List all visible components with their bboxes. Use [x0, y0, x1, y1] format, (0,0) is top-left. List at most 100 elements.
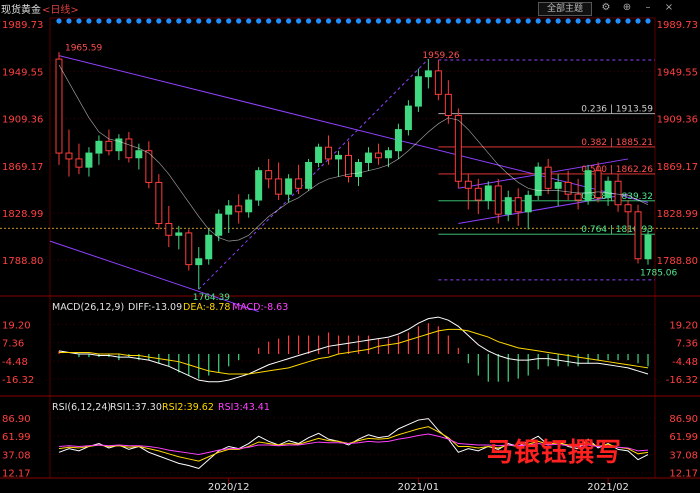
candle-body [464, 180, 472, 189]
y-tick-label-right: 61.99 [669, 432, 698, 443]
y-tick-label-right: 1989.73 [657, 20, 698, 31]
status-dot [535, 18, 541, 24]
candle-body [225, 205, 233, 215]
status-dot [266, 18, 272, 24]
status-dot [146, 18, 152, 24]
candle-body [65, 152, 73, 160]
y-tick-label-left: 1989.73 [2, 20, 43, 31]
x-tick-label: 2020/12 [208, 482, 250, 493]
status-dot [246, 18, 252, 24]
status-dot [325, 18, 332, 24]
status-dot [365, 18, 372, 24]
y-tick-label-left: 1949.55 [2, 67, 43, 78]
y-tick-label-right: 19.20 [669, 320, 698, 331]
macd-title: MACD(26,12,9) [52, 302, 124, 313]
candle-body [624, 204, 632, 213]
candle-body [315, 146, 323, 163]
status-dot [565, 18, 571, 24]
status-dot [575, 18, 581, 24]
y-tick-label-right: 1869.17 [657, 162, 698, 173]
status-dot [495, 18, 501, 24]
y-tick-label-right: 86.90 [669, 414, 698, 425]
y-tick-label-right: 1788.80 [657, 256, 698, 267]
y-tick-label-left: 19.20 [2, 320, 31, 331]
candle-body [454, 114, 462, 182]
candle-body [325, 146, 333, 160]
x-tick-label: 2021/01 [398, 482, 440, 493]
fibonacci-label: 0.764 | 1810.93 [581, 225, 653, 235]
status-dot [425, 18, 431, 24]
status-dot [295, 18, 302, 24]
y-tick-label-right: -16.32 [666, 375, 698, 386]
status-dot [156, 18, 162, 24]
status-dot [176, 18, 182, 24]
status-dot [605, 18, 611, 24]
macd-diff-label: DIFF:-13.09 [128, 302, 182, 313]
candle-body [75, 158, 83, 168]
annotation-label: 1959.26 [422, 51, 459, 61]
macd-dea-label: DEA:-8.78 [183, 302, 230, 313]
status-dot [435, 18, 441, 24]
status-dot [405, 18, 412, 24]
status-dot [276, 18, 282, 24]
rsi-title: RSI(6,12,24) [52, 402, 111, 413]
candle-body [105, 140, 113, 152]
status-dot [56, 18, 62, 24]
fibonacci-label: 0.500 | 1862.26 [581, 165, 653, 175]
candle-body [484, 185, 492, 201]
y-tick-label-left: 61.99 [2, 432, 31, 443]
status-dot [635, 18, 641, 24]
status-dot [196, 18, 202, 24]
candle-body [524, 194, 532, 213]
status-dot [305, 18, 312, 24]
status-dot [345, 18, 352, 24]
status-dot [615, 18, 621, 24]
status-dot [475, 18, 481, 24]
status-dot [136, 18, 142, 24]
watermark-text: 马银钰撰写 [487, 438, 623, 468]
candle-body [614, 180, 622, 206]
y-tick-label-right: -4.48 [672, 357, 698, 368]
status-dot [465, 18, 471, 24]
y-tick-label-left: 7.36 [2, 339, 24, 350]
candle-body [554, 181, 562, 189]
status-dot [595, 18, 601, 24]
candle-body [534, 166, 542, 196]
candle-body [644, 234, 652, 260]
status-dot [315, 18, 322, 24]
candle-body [185, 232, 193, 266]
status-dot [375, 18, 382, 24]
candle-body [265, 170, 273, 180]
candle-body [594, 170, 602, 199]
candle-body [215, 213, 223, 236]
candle-body [474, 187, 482, 201]
status-dot [585, 18, 591, 24]
status-dot [226, 18, 232, 24]
y-tick-label-right: 7.36 [676, 339, 698, 350]
candle-body [175, 232, 183, 236]
rsi3-label: RSI3:43.41 [218, 402, 270, 413]
y-tick-label-left: 1909.36 [2, 115, 43, 126]
candle-body [544, 166, 552, 189]
status-dot [236, 18, 242, 24]
candle-body [135, 150, 143, 159]
candle-body [205, 234, 213, 260]
candle-body [374, 152, 382, 159]
candle-body [125, 138, 133, 159]
macd-value-label: MACD:-8.63 [232, 302, 288, 313]
y-tick-label-left: 12.17 [2, 469, 31, 480]
y-tick-label-left: -16.32 [2, 375, 34, 386]
status-dot [106, 18, 112, 24]
candle-body [335, 154, 343, 160]
status-dot [126, 18, 132, 24]
y-tick-label-right: 12.17 [669, 469, 698, 480]
status-dot [355, 18, 362, 24]
candle-body [364, 152, 372, 163]
status-dot [66, 18, 72, 24]
status-dot [76, 18, 82, 24]
fibonacci-label: 0.236 | 1913.59 [581, 105, 653, 115]
candle-body [424, 70, 432, 78]
rsi2-label: RSI2:39.62 [162, 402, 214, 413]
candle-body [504, 197, 512, 215]
candle-body [95, 140, 103, 154]
